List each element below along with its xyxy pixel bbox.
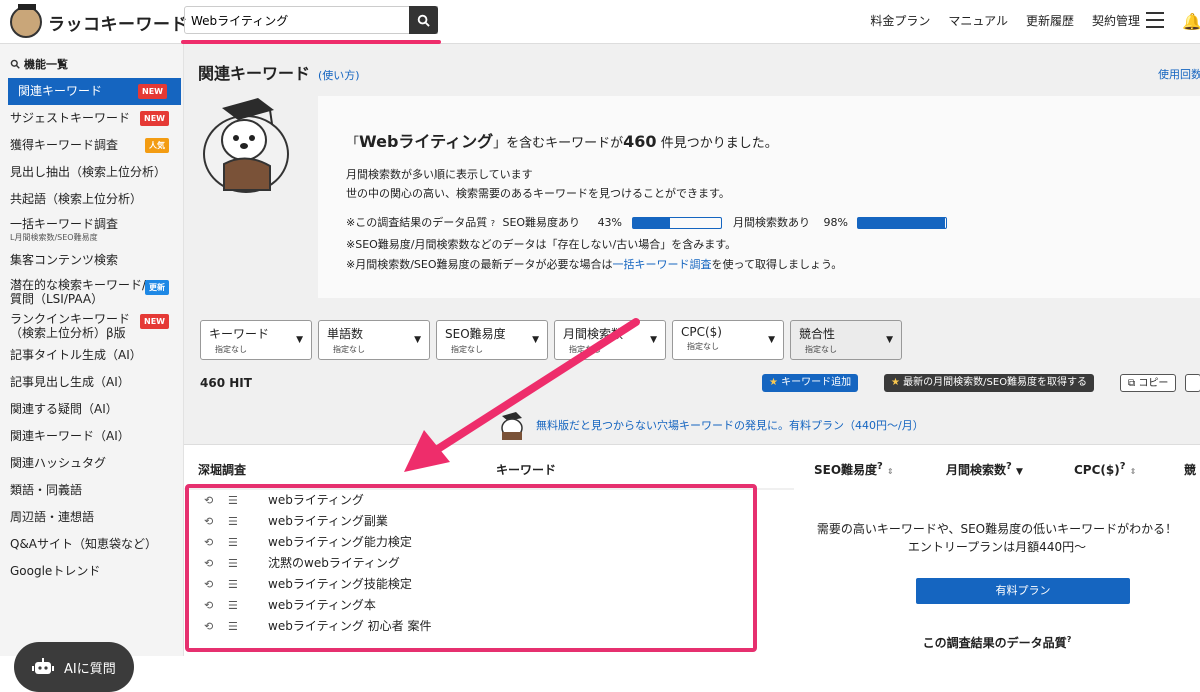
upsell-line-1: 需要の高いキーワードや、SEO難易度の低いキーワードがわかる！ <box>816 522 1178 536</box>
sidebar-item[interactable]: 関連キーワード NEW <box>8 78 181 105</box>
note-2: ※月間検索数/SEO難易度の最新データが必要な場合は一括キーワード調査を使って取… <box>346 258 843 271</box>
nav-changelog[interactable]: 更新履歴 <box>1026 12 1074 29</box>
top-bar: ラッコキーワード ✕ 料金プラン マニュアル 更新履歴 契約管理 🔔 <box>0 0 1200 44</box>
paid-plan-button[interactable]: 有料プラン <box>916 578 1130 604</box>
bell-icon[interactable]: 🔔 <box>1182 12 1200 31</box>
col-deep: 深堀調査 <box>198 463 247 477</box>
search-button[interactable] <box>409 6 438 34</box>
col-comp[interactable]: 競 <box>1184 461 1196 478</box>
page-title-row: 関連キーワード (使い方) <box>198 60 360 84</box>
result-info-box: 「Webライティング」を含むキーワードが460 件見つかりました。 月間検索数が… <box>318 96 1200 298</box>
sidebar-item[interactable]: 関連キーワード（AI） <box>0 423 183 450</box>
sidebar-item[interactable]: ランクインキーワード （検索上位分析）β版 NEW <box>0 308 183 342</box>
sidebar-item[interactable]: 記事タイトル生成（AI） <box>0 342 183 369</box>
filter-dropdown[interactable]: SEO難易度 指定なし ▼ <box>436 320 548 360</box>
search-icon <box>417 14 430 27</box>
search-icon <box>10 59 20 69</box>
search-box: ✕ <box>184 6 438 34</box>
volume-quality-bar <box>857 217 948 229</box>
note-1: ※SEO難易度/月間検索数などのデータは「存在しない/古い場合」を含みます。 <box>346 238 737 251</box>
sidebar-item[interactable]: サジェストキーワード NEW <box>0 105 183 132</box>
sidebar-item[interactable]: 関連する疑問（AI） <box>0 396 183 423</box>
sidebar-badge: 人気 <box>145 138 169 153</box>
sidebar-item[interactable]: 関連ハッシュタグ <box>0 450 183 477</box>
nav-pricing[interactable]: 料金プラン <box>870 12 930 29</box>
filter-dropdown[interactable]: CPC($) 指定なし ▼ <box>672 320 784 360</box>
chevron-down-icon: ▼ <box>650 335 657 345</box>
info-line-2: 世の中の関心の高い、検索需要のあるキーワードを見つけることができます。 <box>346 187 730 200</box>
chevron-down-icon: ▼ <box>532 335 539 345</box>
seo-quality-bar <box>631 217 722 229</box>
filter-dropdown[interactable]: キーワード 指定なし ▼ <box>200 320 312 360</box>
sidebar-item[interactable]: Q&Aサイト（知恵袋など） <box>0 531 183 558</box>
hit-count: 460 HIT <box>200 376 252 390</box>
upsell-panel: 需要の高いキーワードや、SEO難易度の低いキーワードがわかる！ エントリープラン… <box>794 488 1200 656</box>
panel-quality-title: この調査結果のデータ品質? <box>922 635 1072 650</box>
copy-button[interactable]: ⧉ コピー <box>1120 374 1177 392</box>
chevron-down-icon: ▼ <box>296 335 303 345</box>
col-keyword: キーワード <box>496 463 557 477</box>
sidebar-item[interactable]: Googleトレンド <box>0 558 183 585</box>
filter-dropdown[interactable]: 単語数 指定なし ▼ <box>318 320 430 360</box>
howto-link[interactable]: (使い方) <box>318 67 360 83</box>
keyword-list-highlight-box <box>185 484 757 652</box>
col-seo[interactable]: SEO難易度? ⇕ <box>814 461 894 478</box>
copy-icon: ⧉ <box>1128 378 1136 389</box>
search-input[interactable] <box>191 13 391 27</box>
otter-mascot-icon <box>501 412 523 440</box>
professor-otter-mascot-icon <box>203 98 289 193</box>
robot-icon <box>32 658 54 674</box>
sidebar-heading: 機能一覧 <box>0 44 183 78</box>
usage-count-link[interactable]: 使用回数 <box>1158 66 1200 82</box>
sidebar-badge: 更新 <box>145 280 169 295</box>
quality-row: ※この調査結果のデータ品質 ? SEO難易度あり 43% 月間検索数あり 98% <box>346 214 948 230</box>
sidebar-item[interactable]: 類語・同義語 <box>0 477 183 504</box>
promo-banner[interactable]: 無料版だと見つからない穴場キーワードの発見に。有料プラン（440円〜/月） <box>494 410 924 440</box>
result-summary: 「Webライティング」を含むキーワードが460 件見つかりました。 <box>346 132 778 151</box>
ai-ask-button[interactable]: AIに質問 <box>14 642 134 692</box>
chevron-down-icon: ▼ <box>414 335 421 345</box>
nav-contract[interactable]: 契約管理 <box>1092 12 1140 29</box>
logo[interactable]: ラッコキーワード <box>10 4 188 38</box>
sidebar-item[interactable]: 潜在的な検索キーワード/質問（LSI/PAA） 更新 <box>0 274 183 308</box>
menu-icon[interactable] <box>1146 12 1164 28</box>
page-title: 関連キーワード <box>198 64 311 83</box>
col-volume[interactable]: 月間検索数? ▼ <box>946 461 1023 478</box>
bulk-keyword-link[interactable]: 一括キーワード調査 <box>613 258 712 271</box>
sidebar-item[interactable]: 共起語（検索上位分析） <box>0 186 183 213</box>
export-button[interactable] <box>1185 374 1200 392</box>
fetch-latest-button[interactable]: ★ 最新の月間検索数/SEO難易度を取得する <box>884 374 1095 392</box>
filter-dropdown[interactable]: 競合性 指定なし ▼ <box>790 320 902 360</box>
sidebar-item[interactable]: 記事見出し生成（AI） <box>0 369 183 396</box>
chevron-down-icon: ▼ <box>886 335 893 345</box>
chevron-down-icon: ▼ <box>768 335 775 345</box>
sidebar-badge: NEW <box>140 314 169 329</box>
sidebar-badge: NEW <box>138 84 167 99</box>
upsell-line-2: エントリープランは月額440円〜 <box>907 540 1087 554</box>
info-line-1: 月間検索数が多い順に表示しています <box>346 168 533 181</box>
filter-dropdown[interactable]: 月間検索数 指定なし ▼ <box>554 320 666 360</box>
sidebar-item[interactable]: 一括キーワード調査 L月間検索数/SEO難易度 <box>0 213 183 247</box>
sidebar-item[interactable]: 獲得キーワード調査 人気 <box>0 132 183 159</box>
col-cpc[interactable]: CPC($)? ⇕ <box>1074 461 1136 477</box>
sidebar: 機能一覧 関連キーワード NEW サジェストキーワード NEW 獲得キーワード調査 人気見… <box>0 44 184 692</box>
add-keyword-button[interactable]: ★ キーワード追加 <box>762 374 859 392</box>
table-header: 深堀調査 キーワード SEO難易度? ⇕ 月間検索数? ▼ CPC($)? ⇕ … <box>184 444 1200 488</box>
otter-logo-icon <box>10 4 42 38</box>
filter-bar: キーワード 指定なし ▼ 単語数 指定なし ▼ SEO難易度 指定なし ▼ 月間検索数 指定なし ▼ C… <box>200 320 902 360</box>
sidebar-item[interactable]: 集客コンテンツ検索 <box>0 247 183 274</box>
sidebar-item[interactable]: 周辺語・連想語 <box>0 504 183 531</box>
top-nav: 料金プラン マニュアル 更新履歴 契約管理 <box>870 12 1140 29</box>
logo-text: ラッコキーワード <box>48 14 188 35</box>
sidebar-item[interactable]: 見出し抽出（検索上位分析） <box>0 159 183 186</box>
nav-manual[interactable]: マニュアル <box>948 12 1008 29</box>
sidebar-badge: NEW <box>140 111 169 126</box>
